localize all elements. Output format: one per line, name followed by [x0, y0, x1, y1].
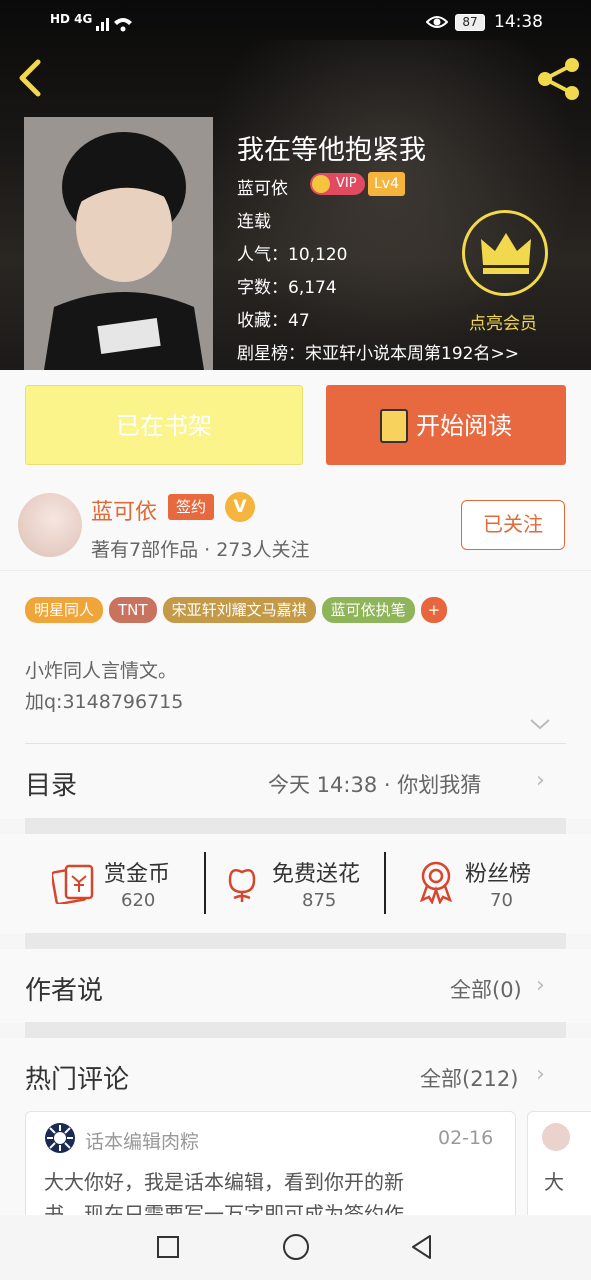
comment-text-line1: 大大你好，我是话本编辑，看到你开的新	[44, 1170, 404, 1194]
flower-value: 875	[302, 890, 337, 911]
author-stats: 著有7部作品 · 273人关注	[91, 539, 310, 561]
fans-value: 70	[490, 890, 513, 911]
eye-icon	[425, 14, 449, 34]
word-count: 字数：6,174	[237, 278, 337, 298]
flower-icon	[222, 862, 262, 908]
red-envelope-icon	[50, 864, 96, 908]
crown-icon	[312, 175, 330, 193]
start-reading-button[interactable]: 开始阅读	[326, 385, 566, 465]
tag-item[interactable]: 蓝可依执笔	[321, 597, 415, 623]
description-line1: 小炸同人言情文。	[25, 660, 178, 682]
signal-icon	[96, 14, 136, 36]
signed-badge: 签约	[168, 494, 215, 520]
popularity: 人气：10,120	[237, 245, 348, 265]
next-comment-text: 大	[544, 1170, 564, 1194]
description-line2: 加q:3148796715	[25, 691, 184, 713]
catalog-title[interactable]: 目录	[25, 765, 77, 802]
tag-list: 明星同人 TNT 宋亚轩刘耀文马嘉祺 蓝可依执笔 +	[25, 597, 453, 623]
vip-badge: VIP	[310, 173, 365, 195]
reward-label[interactable]: 赏金币	[104, 856, 170, 888]
expand-chevron-icon[interactable]	[528, 716, 552, 736]
author-says-all-link[interactable]: 全部(0)	[450, 974, 522, 1004]
crown-icon	[481, 233, 531, 274]
back-nav-icon[interactable]	[410, 1234, 434, 1264]
member-button[interactable]	[462, 210, 548, 296]
network-indicator: HD 4G	[50, 12, 93, 26]
tag-item[interactable]: TNT	[109, 597, 157, 623]
reward-value: 620	[121, 890, 156, 911]
author-says-title: 作者说	[25, 976, 104, 1006]
on-shelf-button[interactable]: 已在书架	[25, 385, 303, 465]
home-icon[interactable]	[283, 1234, 309, 1260]
hot-comments-title: 热门评论	[25, 1065, 130, 1095]
verified-icon: V	[225, 492, 255, 522]
medal-icon	[416, 860, 456, 908]
clock: 14:38	[494, 12, 543, 32]
author-name[interactable]: 蓝可依	[237, 174, 288, 199]
book-icon	[380, 409, 408, 443]
catalog-update[interactable]: 今天 14:38 · 你划我猜	[268, 769, 481, 799]
hot-comments-all-link[interactable]: 全部(212)	[420, 1063, 518, 1093]
author-avatar[interactable]	[18, 493, 82, 557]
battery-icon: 87	[455, 14, 485, 31]
author-link[interactable]: 蓝可依	[91, 494, 157, 526]
book-status: 连载	[237, 212, 271, 232]
chevron-right-icon[interactable]: ›	[536, 973, 545, 998]
level-badge: Lv4	[368, 172, 405, 196]
commenter-name[interactable]: 话本编辑肉粽	[85, 1127, 199, 1154]
share-icon[interactable]	[536, 56, 582, 106]
favorites: 收藏：47	[237, 311, 310, 331]
add-tag-button[interactable]: +	[420, 597, 448, 623]
book-title: 我在等他抱紧我	[237, 135, 426, 166]
ranking-link[interactable]: 剧星榜：宋亚轩小说本周第192名>>	[237, 339, 519, 364]
book-cover[interactable]	[24, 117, 213, 370]
tag-item[interactable]: 明星同人	[25, 597, 104, 623]
fans-label[interactable]: 粉丝榜	[465, 856, 531, 888]
back-icon[interactable]	[16, 58, 44, 102]
chevron-right-icon[interactable]: ›	[536, 1062, 545, 1087]
chevron-right-icon[interactable]: ›	[536, 768, 545, 793]
next-commenter-avatar[interactable]	[542, 1123, 570, 1151]
comment-date: 02-16	[438, 1127, 494, 1149]
flower-label[interactable]: 免费送花	[272, 856, 360, 888]
tag-item[interactable]: 宋亚轩刘耀文马嘉祺	[162, 597, 316, 623]
recent-apps-icon[interactable]	[157, 1236, 179, 1258]
member-label[interactable]: 点亮会员	[469, 309, 537, 334]
follow-button[interactable]: 已关注	[461, 500, 565, 550]
commenter-avatar[interactable]	[45, 1123, 75, 1153]
